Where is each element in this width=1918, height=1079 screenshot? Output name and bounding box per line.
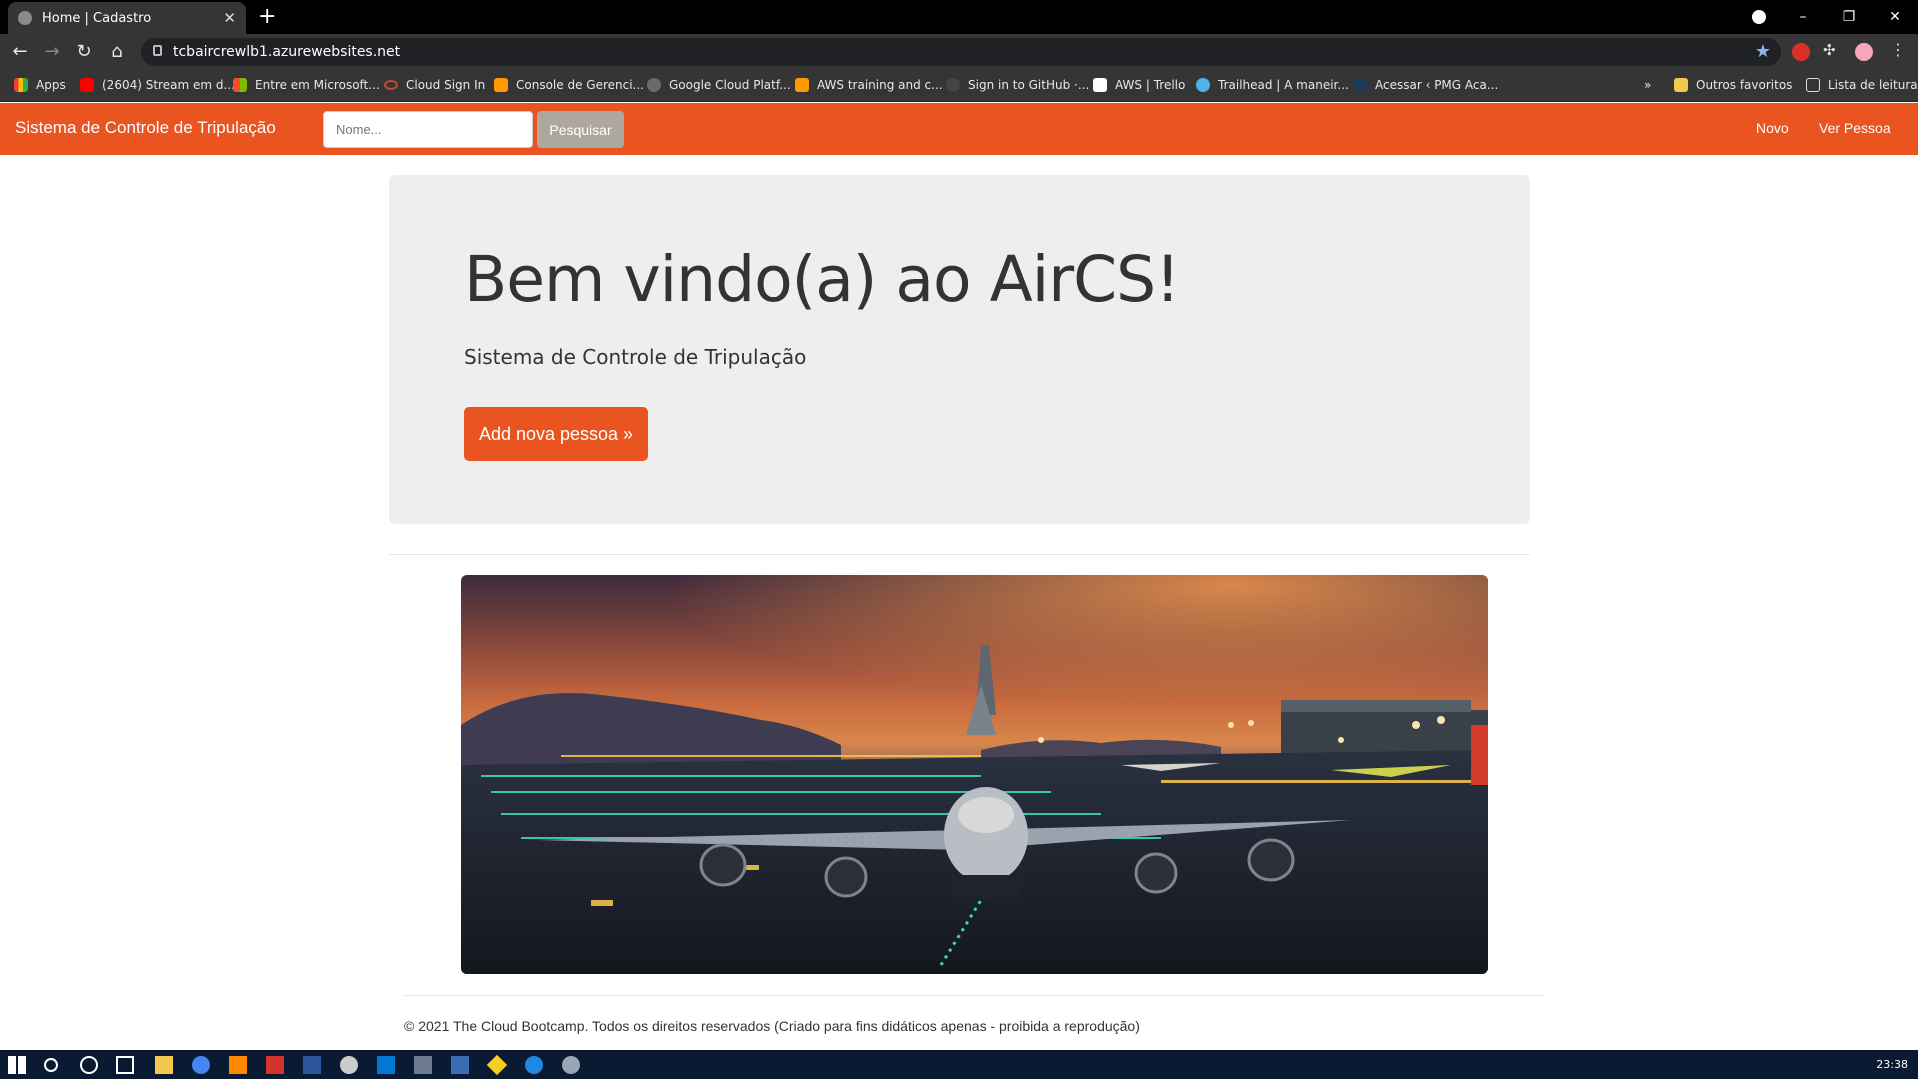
chrome-alt-icon[interactable] [340, 1056, 358, 1074]
task-view-icon[interactable] [116, 1056, 134, 1074]
tab-close-icon[interactable]: ✕ [223, 9, 236, 27]
app-icon[interactable] [451, 1056, 469, 1074]
reading-list-icon [1806, 78, 1820, 92]
bookmark-item[interactable]: Acessar ‹ PMG Aca... [1353, 78, 1498, 92]
bookmark-item[interactable]: Sign in to GitHub ·... [946, 78, 1089, 92]
vscode-icon[interactable] [377, 1056, 395, 1074]
acrobat-icon[interactable] [266, 1056, 284, 1074]
site-navbar: Sistema de Controle de Tripulação Pesqui… [0, 103, 1918, 155]
page-subtitle: Sistema de Controle de Tripulação [464, 345, 807, 369]
aws-cube-icon [795, 78, 809, 92]
restore-button[interactable]: ❐ [1826, 9, 1872, 25]
bookmarks-overflow-button[interactable]: » [1644, 78, 1651, 92]
minimize-button[interactable]: – [1780, 9, 1826, 25]
aws-cube-icon [494, 78, 508, 92]
lock-icon[interactable] [153, 45, 162, 56]
oracle-icon [384, 80, 398, 90]
add-person-button[interactable]: Add nova pessoa » [464, 407, 648, 461]
taskbar: 23:38 [0, 1050, 1918, 1079]
bookmark-item[interactable]: Google Cloud Platf... [647, 78, 791, 92]
close-window-button[interactable]: ✕ [1872, 9, 1918, 25]
search-button[interactable]: Pesquisar [537, 111, 624, 148]
footer-divider [404, 995, 1545, 996]
bookmark-item[interactable]: Entre em Microsoft... [233, 78, 380, 92]
divider [389, 554, 1530, 555]
nav-link-ver-pessoa[interactable]: Ver Pessoa [1819, 120, 1891, 136]
reload-icon[interactable]: ↻ [72, 41, 96, 62]
bookmark-star-icon[interactable]: ★ [1755, 41, 1771, 62]
jumbotron: Bem vindo(a) ao AirCS! Sistema de Contro… [389, 175, 1530, 524]
other-favorites-folder[interactable]: Outros favoritos [1674, 78, 1792, 92]
globe-icon [18, 11, 32, 25]
new-tab-button[interactable]: + [258, 4, 276, 29]
url-text[interactable]: tcbaircrewlb1.azurewebsites.net [173, 44, 400, 60]
browser-tab[interactable]: Home | Cadastro ✕ [8, 2, 246, 34]
app-icon[interactable] [486, 1054, 508, 1076]
word-icon[interactable] [303, 1056, 321, 1074]
browser-toolbar: ← → ↻ ⌂ tcbaircrewlb1.azurewebsites.net … [0, 34, 1918, 70]
bookmark-item[interactable]: Cloud Sign In [384, 78, 485, 92]
vlc-icon[interactable] [229, 1056, 247, 1074]
bookmark-item[interactable]: Console de Gerenci... [494, 78, 644, 92]
windows-start-icon[interactable] [8, 1056, 26, 1074]
profile-dropdown-icon[interactable] [1752, 10, 1766, 24]
taskbar-clock: 23:38 [1876, 1058, 1908, 1071]
airplane-runway-image [461, 575, 1488, 974]
bookmarks-bar: Apps (2604) Stream em d... Entre em Micr… [0, 70, 1918, 102]
footer-text: © 2021 The Cloud Bootcamp. Todos os dire… [404, 1018, 1140, 1034]
search-icon[interactable] [44, 1058, 58, 1072]
trailhead-icon [1196, 78, 1210, 92]
cortana-icon[interactable] [80, 1056, 98, 1074]
bookmark-item[interactable]: Apps [14, 78, 66, 92]
gcp-icon [647, 78, 661, 92]
reading-list-button[interactable]: Lista de leitura [1806, 78, 1918, 92]
github-icon [946, 78, 960, 92]
app-icon[interactable] [525, 1056, 543, 1074]
nav-link-novo[interactable]: Novo [1756, 120, 1789, 136]
page-title: Bem vindo(a) ao AirCS! [464, 243, 1180, 316]
app-icon[interactable] [414, 1056, 432, 1074]
file-explorer-icon[interactable] [155, 1056, 173, 1074]
search-input[interactable] [323, 111, 533, 148]
browser-tabstrip: Home | Cadastro ✕ + – ❐ ✕ [0, 0, 1918, 34]
menu-kebab-icon[interactable]: ⋮ [1890, 40, 1908, 59]
bookmark-item[interactable]: (2604) Stream em d... [80, 78, 235, 92]
address-bar[interactable]: tcbaircrewlb1.azurewebsites.net ★ [141, 38, 1781, 66]
tab-title: Home | Cadastro [42, 10, 152, 26]
bookmark-item[interactable]: Trailhead | A maneir... [1196, 78, 1349, 92]
chrome-icon[interactable] [192, 1056, 210, 1074]
microsoft-icon [233, 78, 247, 92]
folder-icon [1674, 78, 1688, 92]
extension-icon[interactable] [1792, 43, 1810, 61]
youtube-icon [80, 78, 94, 92]
trello-icon [1093, 78, 1107, 92]
settings-gear-icon[interactable] [562, 1056, 580, 1074]
back-icon[interactable]: ← [8, 41, 32, 62]
home-icon[interactable]: ⌂ [105, 41, 129, 62]
airplane-runway-sunset-image [461, 575, 1488, 974]
navbar-brand[interactable]: Sistema de Controle de Tripulação [15, 118, 276, 138]
forward-icon[interactable]: → [40, 41, 64, 62]
puzzle-icon[interactable]: ✣ [1823, 41, 1841, 59]
bookmark-item[interactable]: AWS | Trello [1093, 78, 1185, 92]
bookmark-item[interactable]: AWS training and c... [795, 78, 943, 92]
avatar[interactable] [1855, 43, 1873, 61]
apps-grid-icon [14, 78, 28, 92]
pmg-icon [1353, 78, 1367, 92]
